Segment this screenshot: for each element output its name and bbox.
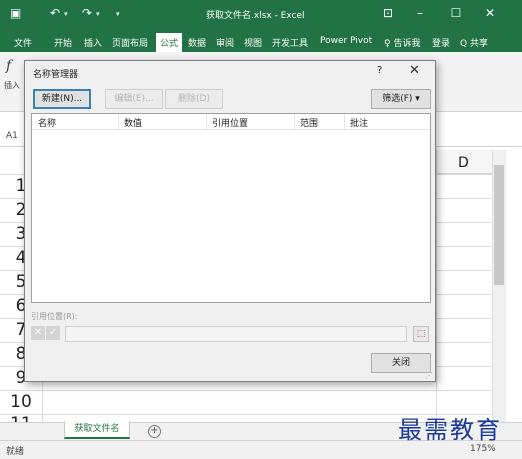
names-list-header: 名称 数值 引用位置 范围 批注: [32, 114, 430, 130]
delete-name-button[interactable]: 删除(D): [165, 89, 223, 109]
column-separator: [206, 114, 207, 130]
tab-home[interactable]: 开始: [54, 36, 72, 49]
column-header-d[interactable]: D: [458, 155, 469, 171]
new-name-button[interactable]: 新建(N)...: [33, 89, 91, 109]
watermark-logo: 最需教育: [398, 416, 502, 444]
column-scope[interactable]: 范围: [300, 116, 318, 129]
close-icon[interactable]: ✕: [409, 63, 420, 78]
resize-grip-icon[interactable]: ⋰: [425, 371, 433, 380]
name-manager-dialog: 名称管理器 ? ✕ 新建(N)... 编辑(E)... 删除(D) 筛选(F) …: [24, 60, 436, 382]
insert-function-label[interactable]: 插入: [4, 80, 20, 91]
column-divider: [436, 150, 437, 422]
row-number[interactable]: 11: [0, 414, 42, 422]
collapse-dialog-icon[interactable]: ⬚: [413, 326, 429, 342]
status-text: 就绪: [6, 447, 25, 457]
minimize-icon[interactable]: –: [410, 6, 430, 20]
tab-data[interactable]: 数据: [188, 36, 206, 49]
redo-icon[interactable]: ↷: [82, 6, 92, 20]
column-refers-to[interactable]: 引用位置: [212, 116, 248, 129]
redo-dropdown-icon[interactable]: ▾: [96, 10, 100, 18]
tab-power-pivot[interactable]: Power Pivot: [320, 36, 372, 46]
tab-view[interactable]: 视图: [244, 36, 262, 49]
maximize-icon[interactable]: ☐: [446, 6, 466, 20]
share-button[interactable]: Q 共享: [460, 36, 488, 49]
name-box[interactable]: A1: [6, 131, 18, 141]
help-icon[interactable]: ?: [377, 65, 382, 76]
tab-insert[interactable]: 插入: [84, 36, 102, 49]
undo-icon[interactable]: ↶: [50, 6, 60, 20]
tab-formulas[interactable]: 公式: [156, 33, 183, 53]
tab-page-layout[interactable]: 页面布局: [112, 36, 148, 49]
tab-file[interactable]: 文件: [14, 36, 32, 49]
row-number[interactable]: 10: [0, 392, 42, 412]
title-bar: ▣ ↶ ▾ ↷ ▾ ▾ 获取文件名.xlsx - Excel ⊡ – ☐ ✕: [0, 0, 522, 30]
login-link[interactable]: 登录: [432, 36, 450, 49]
save-icon[interactable]: ▣: [10, 6, 21, 20]
sheet-tab[interactable]: 获取文件名: [64, 421, 130, 439]
edit-name-button[interactable]: 编辑(E)...: [105, 89, 163, 109]
undo-dropdown-icon[interactable]: ▾: [64, 10, 68, 18]
function-icon[interactable]: f: [6, 58, 11, 74]
confirm-icon[interactable]: ✓: [46, 326, 60, 340]
tab-review[interactable]: 审阅: [216, 36, 234, 49]
column-value[interactable]: 数值: [124, 116, 142, 129]
tell-me-search[interactable]: ♀ 告诉我: [384, 36, 420, 49]
ribbon-display-icon[interactable]: ⊡: [378, 6, 398, 20]
dialog-title: 名称管理器: [33, 70, 79, 80]
column-name[interactable]: 名称: [38, 116, 56, 129]
column-separator: [118, 114, 119, 130]
cancel-icon[interactable]: ✕: [31, 326, 45, 340]
tab-developer[interactable]: 开发工具: [272, 36, 308, 49]
refers-to-label: 引用位置(R):: [31, 312, 78, 321]
column-separator: [294, 114, 295, 130]
zoom-level[interactable]: 175%: [470, 444, 496, 454]
refers-to-input[interactable]: [65, 326, 407, 342]
close-window-icon[interactable]: ✕: [480, 6, 500, 20]
column-separator: [344, 114, 345, 130]
vertical-scroll-thumb[interactable]: [494, 165, 504, 285]
ribbon-tabs: 文件 开始 插入 页面布局 公式 数据 审阅 视图 开发工具 Power Piv…: [0, 30, 522, 53]
column-comment[interactable]: 批注: [350, 116, 368, 129]
customize-qat-icon[interactable]: ▾: [116, 10, 120, 18]
close-button[interactable]: 关闭: [371, 353, 431, 373]
names-list[interactable]: 名称 数值 引用位置 范围 批注: [31, 113, 431, 303]
row-line: [0, 390, 492, 391]
window-title: 获取文件名.xlsx - Excel: [206, 11, 305, 21]
filter-button[interactable]: 筛选(F) ▾: [371, 89, 431, 109]
add-sheet-icon[interactable]: +: [148, 425, 161, 438]
